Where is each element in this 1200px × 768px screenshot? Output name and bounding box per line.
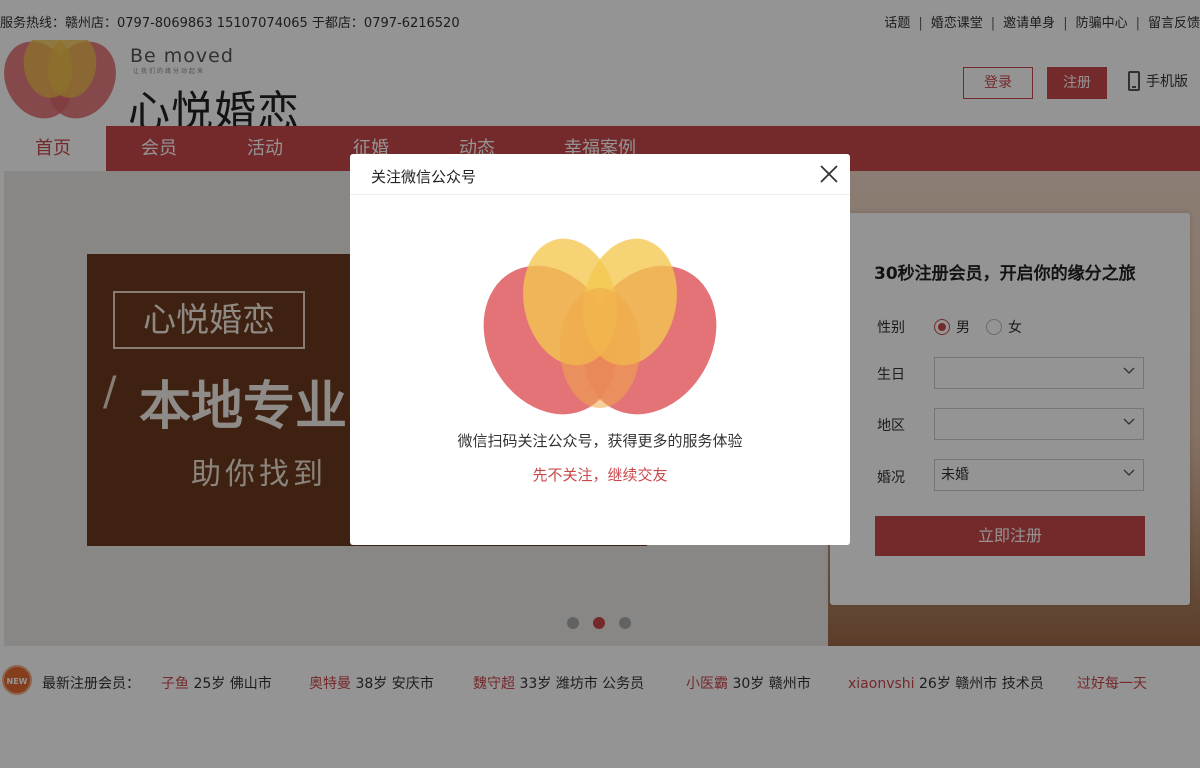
modal-header: 关注微信公众号	[350, 154, 850, 195]
modal-message: 微信扫码关注公众号，获得更多的服务体验	[457, 432, 743, 450]
logo-icon	[483, 238, 717, 415]
modal-title: 关注微信公众号	[371, 168, 477, 186]
close-icon[interactable]	[818, 163, 840, 185]
wechat-follow-modal: 关注微信公众号 微信扫码关注公众号，获得更多的服务体验 先不关注，继续交友	[350, 154, 850, 545]
skip-follow-link[interactable]: 先不关注，继续交友	[350, 464, 850, 485]
